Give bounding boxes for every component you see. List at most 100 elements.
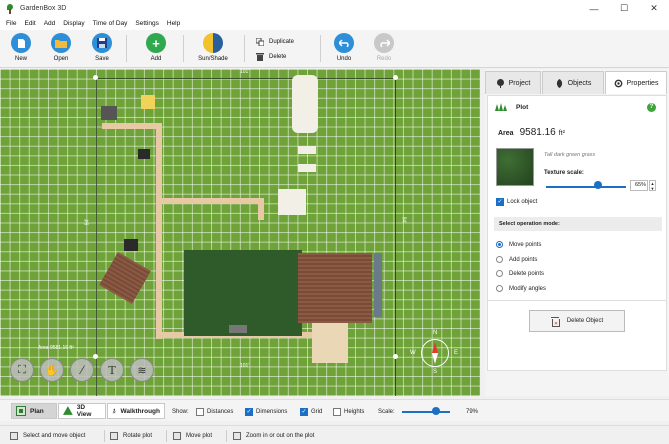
heights-checkbox[interactable] [333,408,341,416]
toggle-heights[interactable]: Heights [333,408,364,416]
3d-view-label: 3D View [76,404,92,418]
status-rotate: Rotate plot [110,432,152,440]
walkthrough-button[interactable]: Walkthrough [107,403,165,419]
lock-object-checkbox[interactable]: ✓ [496,198,504,206]
menu-time-of-day[interactable]: Time of Day [89,20,132,27]
tab-project[interactable]: Project [485,71,541,94]
plot-corner-handle[interactable] [93,75,98,80]
texture-swatch[interactable] [496,148,534,186]
menu-edit[interactable]: Edit [20,20,39,27]
garden-path[interactable] [156,193,162,339]
hand-tool-icon[interactable]: ✋ [40,358,64,382]
texture-scale-track[interactable] [546,186,626,188]
scale-track[interactable] [402,411,450,413]
compass-e: E [454,350,459,356]
area-value: 9581.16 [519,127,556,138]
texture-scale-label: Texture scale: [544,170,584,176]
text-tool-icon[interactable]: T [100,358,124,382]
save-button[interactable]: Save [82,33,122,66]
dimension-top: 101' [240,69,250,75]
menu-file[interactable]: File [2,20,20,27]
walkthrough-label: Walkthrough [120,407,160,415]
delete-object-label: Delete Object [566,318,604,324]
select-move-icon [10,432,18,440]
garden-path[interactable] [102,123,162,129]
delete-button[interactable]: Delete [256,51,286,62]
greenhouse[interactable] [292,75,318,133]
toolbar-separator [244,35,245,62]
help-icon[interactable]: ? [647,103,656,112]
area-row: Area 9581.16 ft² [498,127,565,138]
mode-add-points[interactable]: Add points [496,256,537,263]
mode-move-points-label: Move points [509,241,542,248]
distances-checkbox[interactable] [196,408,204,416]
tab-properties[interactable]: Properties [605,71,667,94]
undo-button[interactable]: Undo [324,33,364,66]
plan-canvas[interactable]: 101' 101' 94' 94' Area 9581.16 ft² ⛶ ✋ ⁄… [0,69,480,396]
menu-settings[interactable]: Settings [131,20,163,27]
texture-scale-slider[interactable] [594,181,602,189]
texture-scale-input[interactable]: 65% [630,180,648,191]
duplicate-button[interactable]: Duplicate [255,36,294,47]
tab-objects[interactable]: Objects [542,71,604,94]
menu-add[interactable]: Add [40,20,60,27]
radio-move-points[interactable] [496,241,503,248]
save-label: Save [95,56,109,62]
3d-view-button[interactable]: 3D View [58,403,106,419]
grid-checkbox[interactable]: ✓ [300,408,308,416]
sun-shade-icon [203,33,223,53]
garden-path[interactable] [156,123,162,193]
garden-path[interactable] [156,198,264,204]
sun-shade-button[interactable]: Sun/Shade [193,33,233,66]
radio-add-points[interactable] [496,256,503,263]
scale-slider[interactable] [432,407,440,415]
planter-box[interactable] [101,106,117,120]
yellow-planter[interactable] [141,95,155,109]
select-plot-tool-icon[interactable]: ⛶ [10,358,34,382]
new-button[interactable]: New [1,33,41,66]
bench[interactable] [229,325,247,333]
bench[interactable] [298,164,316,172]
garden-path[interactable] [258,198,264,220]
walkthrough-icon [112,408,116,414]
close-button[interactable]: ✕ [639,0,669,17]
shed[interactable] [278,189,306,215]
lock-object-row[interactable]: ✓ Lock object [496,198,537,206]
dimensions-checkbox[interactable]: ✓ [245,408,253,416]
toggle-dimensions[interactable]: ✓ Dimensions [245,408,287,416]
patio[interactable] [312,323,348,363]
menu-help[interactable]: Help [163,20,184,27]
plus-icon: + [146,33,166,53]
maximize-button[interactable]: ☐ [609,0,639,17]
bench[interactable] [298,146,316,154]
layers-tool-icon[interactable]: ≋ [130,358,154,382]
redo-label: Redo [376,56,392,62]
open-button[interactable]: Open [41,33,81,66]
lawn-area[interactable] [184,250,302,336]
radio-delete-points[interactable] [496,270,503,277]
delete-object-button[interactable]: ✕ Delete Object [529,310,625,332]
plot-corner-handle[interactable] [393,354,398,359]
gear-icon [614,79,623,88]
radio-modify-angles[interactable] [496,285,503,292]
mode-modify-angles[interactable]: Modify angles [496,285,546,292]
mode-add-points-label: Add points [509,256,538,263]
planter-box[interactable] [124,239,138,251]
add-button[interactable]: + Add [136,33,176,66]
mode-delete-points[interactable]: Delete points [496,270,544,277]
redo-button[interactable]: Redo [364,33,404,66]
mode-delete-points-label: Delete points [509,270,545,277]
minimize-button[interactable]: — [579,0,609,17]
plot-corner-handle[interactable] [393,75,398,80]
menu-display[interactable]: Display [59,20,88,27]
house-roof[interactable] [298,253,372,323]
show-label: Show: [172,409,189,415]
toggle-distances[interactable]: Distances [196,408,233,416]
plan-view-button[interactable]: Plan [11,403,57,419]
new-label: New [14,56,27,62]
measure-tool-icon[interactable]: ⁄ [70,358,94,382]
planter-box[interactable] [138,149,150,159]
texture-scale-stepper[interactable]: ▲ ▼ [649,180,656,191]
toggle-grid[interactable]: ✓ Grid [300,408,322,416]
mode-move-points[interactable]: Move points [496,241,541,248]
